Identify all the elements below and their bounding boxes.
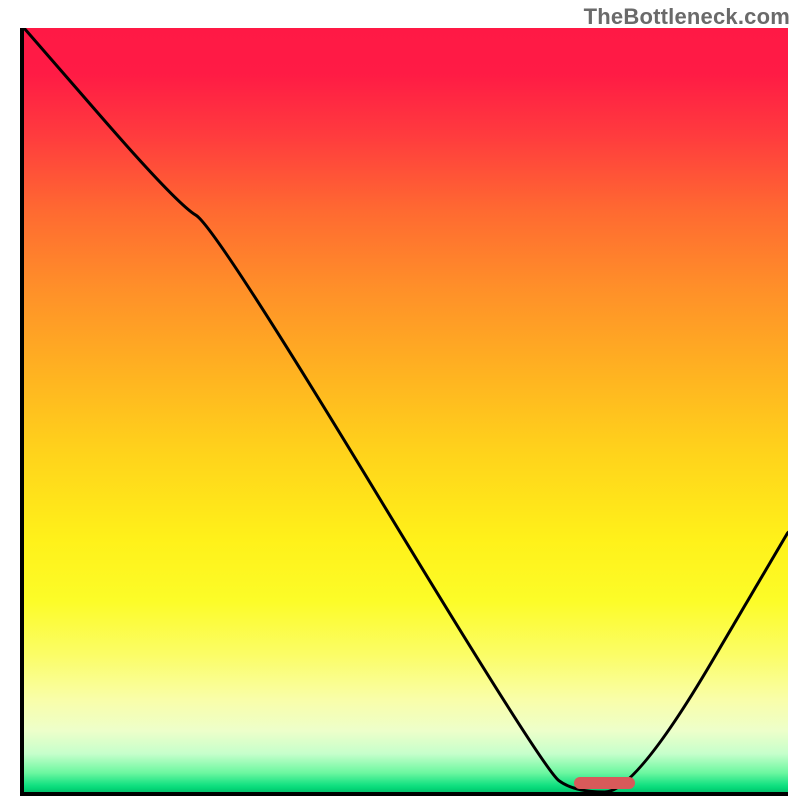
bottleneck-curve <box>24 28 788 792</box>
chart-container: TheBottleneck.com <box>0 0 800 800</box>
watermark-text: TheBottleneck.com <box>584 4 790 30</box>
optimal-range-marker <box>574 777 635 789</box>
plot-area <box>20 28 788 796</box>
curve-path <box>24 28 788 792</box>
